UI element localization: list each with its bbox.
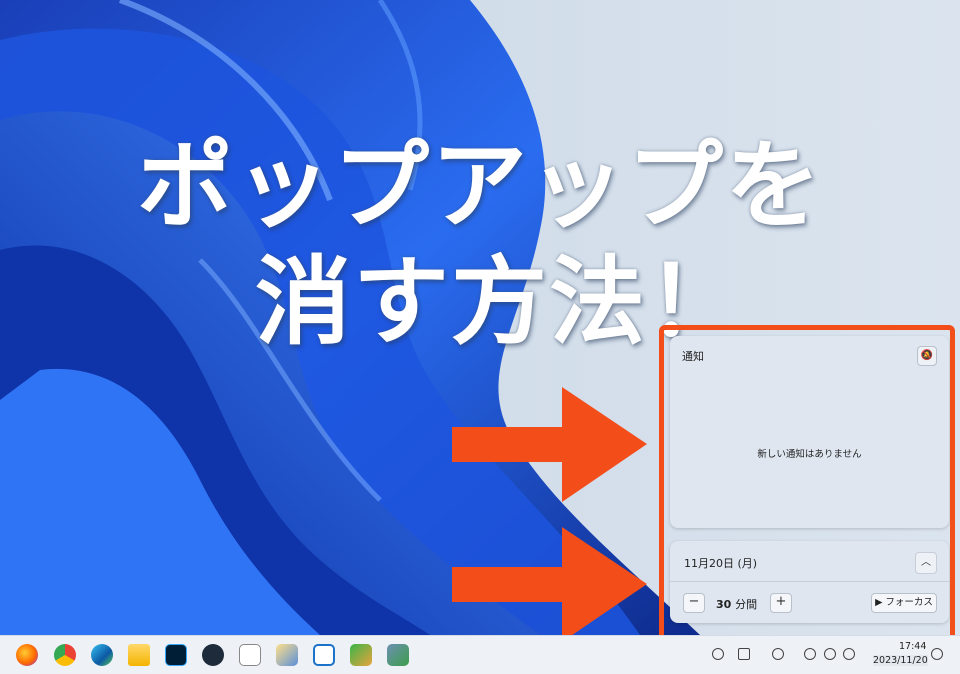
chat-icon[interactable] [772, 648, 784, 660]
edge-icon[interactable] [91, 644, 113, 666]
sync-icon[interactable] [712, 648, 724, 660]
network-app-icon[interactable] [387, 644, 409, 666]
chrome-icon[interactable] [54, 644, 76, 666]
headline-line-1: ポップアップを [137, 130, 823, 242]
bell-icon[interactable] [931, 648, 943, 660]
file-explorer-icon[interactable] [128, 644, 150, 666]
volume-icon[interactable] [824, 648, 836, 660]
taskbar: 17:44 2023/11/20 [0, 635, 960, 674]
notification-icon[interactable] [738, 648, 750, 660]
arrow-icon [452, 527, 647, 642]
highlight-frame [659, 325, 955, 658]
firefox-icon[interactable] [16, 644, 38, 666]
photoshop-icon[interactable] [165, 644, 187, 666]
clock-date[interactable]: 2023/11/20 [873, 655, 928, 666]
paint-icon[interactable] [276, 644, 298, 666]
app-icon[interactable] [202, 644, 224, 666]
wifi-icon[interactable] [804, 648, 816, 660]
clock-time[interactable]: 17:44 [899, 641, 926, 652]
green-app-icon[interactable] [350, 644, 372, 666]
qr-app-icon[interactable] [239, 644, 261, 666]
battery-icon[interactable] [843, 648, 855, 660]
bracket-app-icon[interactable] [313, 644, 335, 666]
arrow-icon [452, 387, 647, 502]
